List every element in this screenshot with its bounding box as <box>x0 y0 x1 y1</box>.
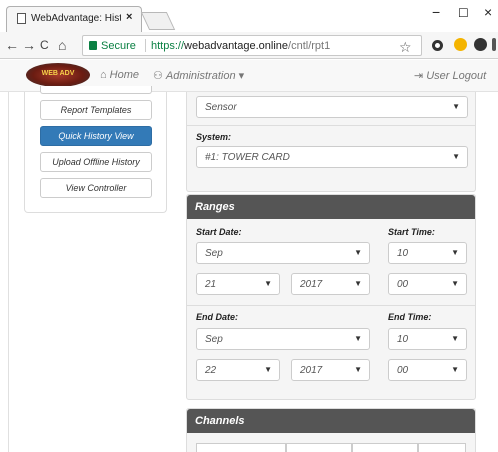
end-time-label: End Time: <box>388 312 432 322</box>
sidebar-item-upload-offline-history[interactable]: Upload Offline History <box>40 152 152 172</box>
brand-logo[interactable]: WEB ADV <box>26 63 90 87</box>
extension-star-icon[interactable] <box>454 38 467 51</box>
start-year-value: 2017 <box>300 279 323 290</box>
secure-label: Secure <box>101 40 136 52</box>
url-path: /cntl/rpt1 <box>288 40 331 52</box>
logo-text: WEB ADV <box>41 70 75 77</box>
chevron-down-icon: ▼ <box>451 248 459 257</box>
nav-logout-link[interactable]: ⇥ User Logout <box>414 69 486 82</box>
chevron-down-icon: ▼ <box>451 334 459 343</box>
ranges-title: Ranges <box>187 195 475 219</box>
nav-administration-label: Administration ▾ <box>165 70 245 82</box>
logout-icon: ⇥ <box>414 70 424 82</box>
chevron-down-icon: ▼ <box>354 334 362 343</box>
bookmark-star-icon[interactable]: ☆ <box>399 39 412 56</box>
end-month-select[interactable]: Sep ▼ <box>196 328 370 350</box>
table-header-cell <box>418 443 466 452</box>
url-host: webadvantage.online <box>184 40 289 52</box>
chevron-down-icon: ▼ <box>451 365 459 374</box>
home-browser-icon[interactable]: ⌂ <box>58 37 66 53</box>
start-minute-select[interactable]: 00 ▼ <box>388 273 467 295</box>
sensor-value: Sensor <box>205 102 237 113</box>
system-select[interactable]: #1: TOWER CARD ▼ <box>196 146 468 168</box>
reload-icon[interactable]: C <box>40 38 49 52</box>
end-minute-value: 00 <box>397 365 409 376</box>
source-panel: Sensor ▼ System: #1: TOWER CARD ▼ <box>186 92 476 192</box>
sidebar-button-cut[interactable] <box>40 86 152 94</box>
start-month-value: Sep <box>205 248 223 259</box>
url-text[interactable]: https://webadvantage.online/cntl/rpt1 <box>151 40 330 52</box>
lock-icon <box>89 41 97 50</box>
sidebar-item-quick-history-view[interactable]: Quick History View <box>40 126 152 146</box>
nav-home-label: Home <box>109 69 139 81</box>
sidebar-item-view-controller[interactable]: View Controller <box>40 178 152 198</box>
end-hour-value: 10 <box>397 334 409 345</box>
start-date-label: Start Date: <box>196 227 242 237</box>
new-tab-button[interactable] <box>140 12 176 30</box>
start-hour-select[interactable]: 10 ▼ <box>388 242 467 264</box>
chevron-down-icon: ▼ <box>264 279 272 288</box>
start-minute-value: 00 <box>397 279 409 290</box>
end-year-value: 2017 <box>300 365 323 376</box>
end-date-label: End Date: <box>196 312 239 322</box>
tab-close-icon[interactable]: × <box>126 11 132 23</box>
chevron-down-icon: ▼ <box>452 152 460 161</box>
chevron-down-icon: ▼ <box>264 365 272 374</box>
browser-menu-icon[interactable] <box>492 38 496 51</box>
sidebar-item-report-templates[interactable]: Report Templates <box>40 100 152 120</box>
start-hour-value: 10 <box>397 248 409 259</box>
sidebar: Report Templates Quick History View Uplo… <box>24 86 167 213</box>
system-label: System: <box>196 132 232 142</box>
table-header-cell <box>286 443 352 452</box>
minimize-icon[interactable]: − <box>432 4 440 20</box>
nav-administration-dropdown[interactable]: ⚇ Administration ▾ <box>153 69 244 82</box>
end-day-select[interactable]: 22 ▼ <box>196 359 280 381</box>
ranges-panel: Ranges Start Date: Start Time: Sep ▼ 10 ▼ … <box>186 194 476 400</box>
end-year-select[interactable]: 2017 ▼ <box>291 359 370 381</box>
chevron-down-icon: ▼ <box>354 365 362 374</box>
chevron-down-icon: ▼ <box>354 248 362 257</box>
home-icon: ⌂ <box>100 69 107 81</box>
system-value: #1: TOWER CARD <box>205 152 290 163</box>
address-separator <box>145 39 146 52</box>
chevron-down-icon: ▼ <box>452 102 460 111</box>
chevron-down-icon: ▼ <box>451 279 459 288</box>
nav-logout-label: User Logout <box>426 70 487 82</box>
tab-title: WebAdvantage: History <box>31 13 121 24</box>
channels-title: Channels <box>187 409 475 433</box>
chevron-down-icon: ▼ <box>354 279 362 288</box>
page-right-edge <box>487 92 498 452</box>
table-header-cell <box>196 443 286 452</box>
start-year-select[interactable]: 2017 ▼ <box>291 273 370 295</box>
users-icon: ⚇ <box>153 70 163 82</box>
start-day-value: 21 <box>205 279 217 290</box>
browser-tabstrip: WebAdvantage: History × − ☐ × <box>0 0 498 32</box>
maximize-icon[interactable]: ☐ <box>458 6 469 20</box>
back-icon[interactable]: ← <box>5 37 19 53</box>
divider <box>187 125 475 126</box>
end-day-value: 22 <box>205 365 217 376</box>
nav-home-link[interactable]: ⌂ Home <box>100 69 139 81</box>
divider <box>187 305 475 306</box>
extension-o-icon[interactable] <box>432 40 443 51</box>
start-time-label: Start Time: <box>388 227 435 237</box>
sensor-select[interactable]: Sensor ▼ <box>196 96 468 118</box>
channels-panel: Channels <box>186 408 476 452</box>
close-window-icon[interactable]: × <box>484 4 492 20</box>
end-month-value: Sep <box>205 334 223 345</box>
table-header-cell <box>352 443 418 452</box>
address-bar[interactable]: Secure https://webadvantage.online/cntl/… <box>82 35 422 56</box>
browser-toolbar: ← → C ⌂ Secure https://webadvantage.onli… <box>0 32 498 59</box>
extension-dark-icon[interactable] <box>474 38 487 51</box>
url-scheme: https:// <box>151 40 185 52</box>
start-day-select[interactable]: 21 ▼ <box>196 273 280 295</box>
end-hour-select[interactable]: 10 ▼ <box>388 328 467 350</box>
forward-icon[interactable]: → <box>22 37 36 53</box>
start-month-select[interactable]: Sep ▼ <box>196 242 370 264</box>
end-minute-select[interactable]: 00 ▼ <box>388 359 467 381</box>
page-icon <box>17 13 26 24</box>
